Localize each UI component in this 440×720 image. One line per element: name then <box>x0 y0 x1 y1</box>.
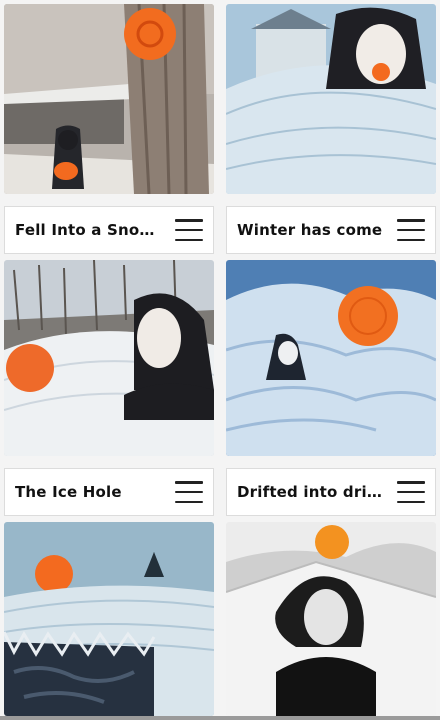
card-title-bar: The Ice Hole <box>5 469 213 515</box>
artwork-card-6-header: Drifted into drift... <box>226 468 436 516</box>
card-title-bar: Fell Into a Snow... <box>5 207 213 253</box>
card-title[interactable]: Fell Into a Snow... <box>15 221 165 239</box>
card-title[interactable]: Winter has come <box>237 221 382 239</box>
image-gallery-grid: Fell Into a Snow... Winter has come The … <box>0 0 440 720</box>
artwork-image-1[interactable] <box>4 4 214 194</box>
artwork-card-3-header: Fell Into a Snow... <box>4 206 214 254</box>
card-title-bar: Winter has come <box>227 207 435 253</box>
artwork-card-5-header: The Ice Hole <box>4 468 214 516</box>
hamburger-menu-icon[interactable] <box>175 219 203 241</box>
artwork-image-2[interactable] <box>226 4 436 194</box>
artwork-card-4-header: Winter has come <box>226 206 436 254</box>
artwork-image-3[interactable] <box>4 260 214 456</box>
card-title[interactable]: The Ice Hole <box>15 483 122 501</box>
hamburger-menu-icon[interactable] <box>175 481 203 503</box>
hamburger-menu-icon[interactable] <box>397 219 425 241</box>
bottom-edge-bar <box>0 716 440 720</box>
artwork-image-4[interactable] <box>226 260 436 456</box>
artwork-image-6[interactable] <box>226 522 436 716</box>
card-title[interactable]: Drifted into drift... <box>237 483 387 501</box>
hamburger-menu-icon[interactable] <box>397 481 425 503</box>
artwork-image-5[interactable] <box>4 522 214 716</box>
card-title-bar: Drifted into drift... <box>227 469 435 515</box>
